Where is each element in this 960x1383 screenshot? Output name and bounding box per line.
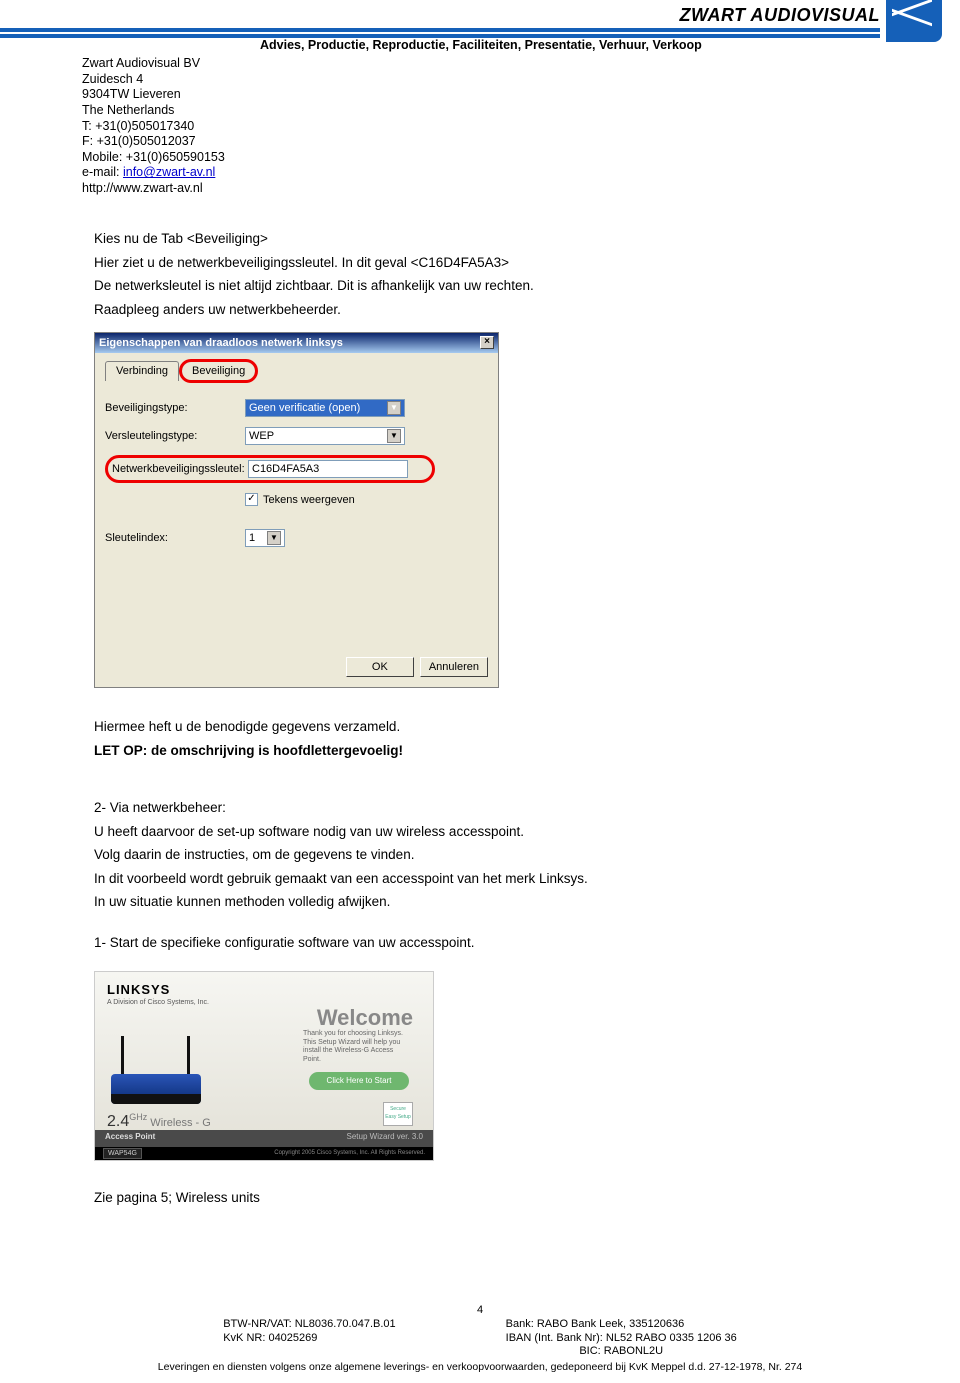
combo-value: 1 bbox=[249, 531, 255, 545]
paragraph: U heeft daarvoor de set-up software nodi… bbox=[94, 823, 866, 841]
label-show-chars: Tekens weergeven bbox=[263, 493, 355, 507]
chevron-down-icon: ▼ bbox=[387, 401, 401, 415]
company-address: Zwart Audiovisual BV Zuidesch 4 9304TW L… bbox=[82, 56, 225, 197]
company-email-row: e-mail: info@zwart-av.nl bbox=[82, 165, 225, 181]
ok-button[interactable]: OK bbox=[346, 657, 414, 677]
brand-tagline: Advies, Productie, Reproductie, Facilite… bbox=[260, 38, 702, 52]
linksys-seal-icon: Secure Easy Setup bbox=[383, 1102, 413, 1126]
cancel-button[interactable]: Annuleren bbox=[420, 657, 488, 677]
linksys-start-button[interactable]: Click Here to Start bbox=[309, 1072, 409, 1090]
ghz-rest: Wireless - G bbox=[147, 1117, 211, 1129]
paragraph: Volg daarin de instructies, om de gegeve… bbox=[94, 846, 866, 864]
linksys-copy: Thank you for choosing Linksys. This Set… bbox=[303, 1030, 413, 1064]
footer-left: BTW-NR/VAT: NL8036.70.047.B.01 KvK NR: 0… bbox=[223, 1318, 395, 1359]
page-number: 4 bbox=[0, 1304, 960, 1316]
paragraph: Hiermee heft u de benodigde gegevens ver… bbox=[94, 718, 866, 736]
company-name: Zwart Audiovisual BV bbox=[82, 56, 225, 72]
field-network-key: Netwerkbeveiligingssleutel: C16D4FA5A3 bbox=[105, 455, 488, 483]
paragraph-bold: LET OP: de omschrijving is hoofdletterge… bbox=[94, 742, 866, 760]
linksys-logo: LINKSYS bbox=[107, 982, 170, 999]
company-email-link[interactable]: info@zwart-av.nl bbox=[123, 165, 215, 179]
router-icon bbox=[101, 1038, 211, 1108]
linksys-bar-right: Setup Wizard ver. 3.0 bbox=[347, 1132, 423, 1142]
combo-security-type[interactable]: Geen verificatie (open) ▼ bbox=[245, 399, 405, 417]
chevron-down-icon: ▼ bbox=[387, 429, 401, 443]
field-encryption: Versleutelingstype: WEP ▼ bbox=[105, 427, 488, 445]
linksys-welcome: Welcome bbox=[317, 1004, 413, 1033]
combo-value: Geen verificatie (open) bbox=[249, 401, 360, 415]
page-footer: 4 BTW-NR/VAT: NL8036.70.047.B.01 KvK NR:… bbox=[0, 1304, 960, 1373]
company-addr1: Zuidesch 4 bbox=[82, 72, 225, 88]
footer-columns: BTW-NR/VAT: NL8036.70.047.B.01 KvK NR: 0… bbox=[0, 1318, 960, 1359]
input-network-key[interactable]: C16D4FA5A3 bbox=[248, 460, 408, 478]
linksys-model: WAP54G bbox=[103, 1148, 142, 1159]
brand-logo-icon bbox=[886, 0, 942, 42]
ghz-unit: GHz bbox=[129, 1112, 147, 1122]
company-country: The Netherlands bbox=[82, 103, 225, 119]
paragraph: De netwerksleutel is niet altijd zichtba… bbox=[94, 277, 866, 295]
company-mobile: Mobile: +31(0)650590153 bbox=[82, 150, 225, 166]
dialog-body: Verbinding Beveiliging Beveiligingstype:… bbox=[95, 353, 498, 687]
paragraph: Raadpleeg anders uw netwerkbeheerder. bbox=[94, 301, 866, 319]
combo-encryption[interactable]: WEP ▼ bbox=[245, 427, 405, 445]
tab-connection[interactable]: Verbinding bbox=[105, 361, 179, 380]
field-security-type: Beveiligingstype: Geen verificatie (open… bbox=[105, 399, 488, 417]
brand-bar: ZWART AUDIOVISUAL bbox=[0, 0, 960, 30]
paragraph: Kies nu de Tab <Beveiliging> bbox=[94, 230, 866, 248]
paragraph: In uw situatie kunnen methoden volledig … bbox=[94, 893, 866, 911]
dialog-buttons: OK Annuleren bbox=[105, 657, 488, 677]
footer-iban: IBAN (Int. Bank Nr): NL52 RABO 0335 1206… bbox=[506, 1332, 737, 1346]
footer-bic: BIC: RABONL2U bbox=[506, 1345, 737, 1359]
footer-terms: Leveringen en diensten volgens onze alge… bbox=[0, 1361, 960, 1373]
paragraph: In dit voorbeeld wordt gebruik gemaakt v… bbox=[94, 870, 866, 888]
chevron-down-icon: ▼ bbox=[267, 531, 281, 545]
combo-key-index[interactable]: 1 ▼ bbox=[245, 529, 285, 547]
field-key-index: Sleutelindex: 1 ▼ bbox=[105, 529, 488, 547]
label-key-index: Sleutelindex: bbox=[105, 531, 245, 545]
linksys-black-bar: WAP54G Copyright 2005 Cisco Systems, Inc… bbox=[95, 1147, 433, 1160]
properties-dialog: Eigenschappen van draadloos netwerk link… bbox=[94, 332, 499, 688]
highlight-circle: Netwerkbeveiligingssleutel: C16D4FA5A3 bbox=[105, 455, 435, 483]
see-page-5: Zie pagina 5; Wireless units bbox=[94, 1189, 866, 1207]
linksys-setup-screenshot: LINKSYS A Division of Cisco Systems, Inc… bbox=[94, 971, 434, 1161]
section-after-dialog: Hiermee heft u de benodigde gegevens ver… bbox=[94, 718, 866, 951]
tab-security[interactable]: Beveiliging bbox=[181, 361, 256, 380]
close-icon[interactable]: × bbox=[480, 336, 494, 349]
label-network-key: Netwerkbeveiligingssleutel: bbox=[112, 462, 248, 476]
footer-bank: Bank: RABO Bank Leek, 335120636 bbox=[506, 1318, 737, 1332]
label-encryption: Versleutelingstype: bbox=[105, 429, 245, 443]
company-web: http://www.zwart-av.nl bbox=[82, 181, 225, 197]
document-body: Kies nu de Tab <Beveiliging> Hier ziet u… bbox=[94, 230, 866, 1207]
field-show-chars: ✓ Tekens weergeven bbox=[245, 493, 488, 507]
dialog-tabs: Verbinding Beveiliging bbox=[105, 361, 488, 380]
paragraph: 2- Via netwerkbeheer: bbox=[94, 799, 866, 817]
paragraph: 1- Start de specifieke configuratie soft… bbox=[94, 934, 866, 952]
dialog-title: Eigenschappen van draadloos netwerk link… bbox=[99, 336, 343, 350]
company-fax: F: +31(0)505012037 bbox=[82, 134, 225, 150]
footer-kvk: KvK NR: 04025269 bbox=[223, 1332, 395, 1346]
paragraph: Hier ziet u de netwerkbeveiligingssleute… bbox=[94, 254, 866, 272]
footer-vat: BTW-NR/VAT: NL8036.70.047.B.01 bbox=[223, 1318, 395, 1332]
company-addr2: 9304TW Lieveren bbox=[82, 87, 225, 103]
checkbox-show-chars[interactable]: ✓ bbox=[245, 493, 258, 506]
linksys-bar-left: Access Point bbox=[105, 1132, 155, 1142]
input-value: C16D4FA5A3 bbox=[252, 462, 319, 476]
company-tel: T: +31(0)505017340 bbox=[82, 119, 225, 135]
footer-right: Bank: RABO Bank Leek, 335120636 IBAN (In… bbox=[506, 1318, 737, 1359]
label-security-type: Beveiligingstype: bbox=[105, 401, 245, 415]
linksys-copyright: Copyright 2005 Cisco Systems, Inc. All R… bbox=[274, 1150, 425, 1158]
dialog-titlebar: Eigenschappen van draadloos netwerk link… bbox=[95, 333, 498, 353]
ghz-number: 2.4 bbox=[107, 1113, 129, 1130]
brand-name: ZWART AUDIOVISUAL bbox=[680, 5, 881, 26]
linksys-subtitle: A Division of Cisco Systems, Inc. bbox=[107, 998, 209, 1007]
combo-value: WEP bbox=[249, 429, 274, 443]
company-email-label: e-mail: bbox=[82, 165, 123, 179]
